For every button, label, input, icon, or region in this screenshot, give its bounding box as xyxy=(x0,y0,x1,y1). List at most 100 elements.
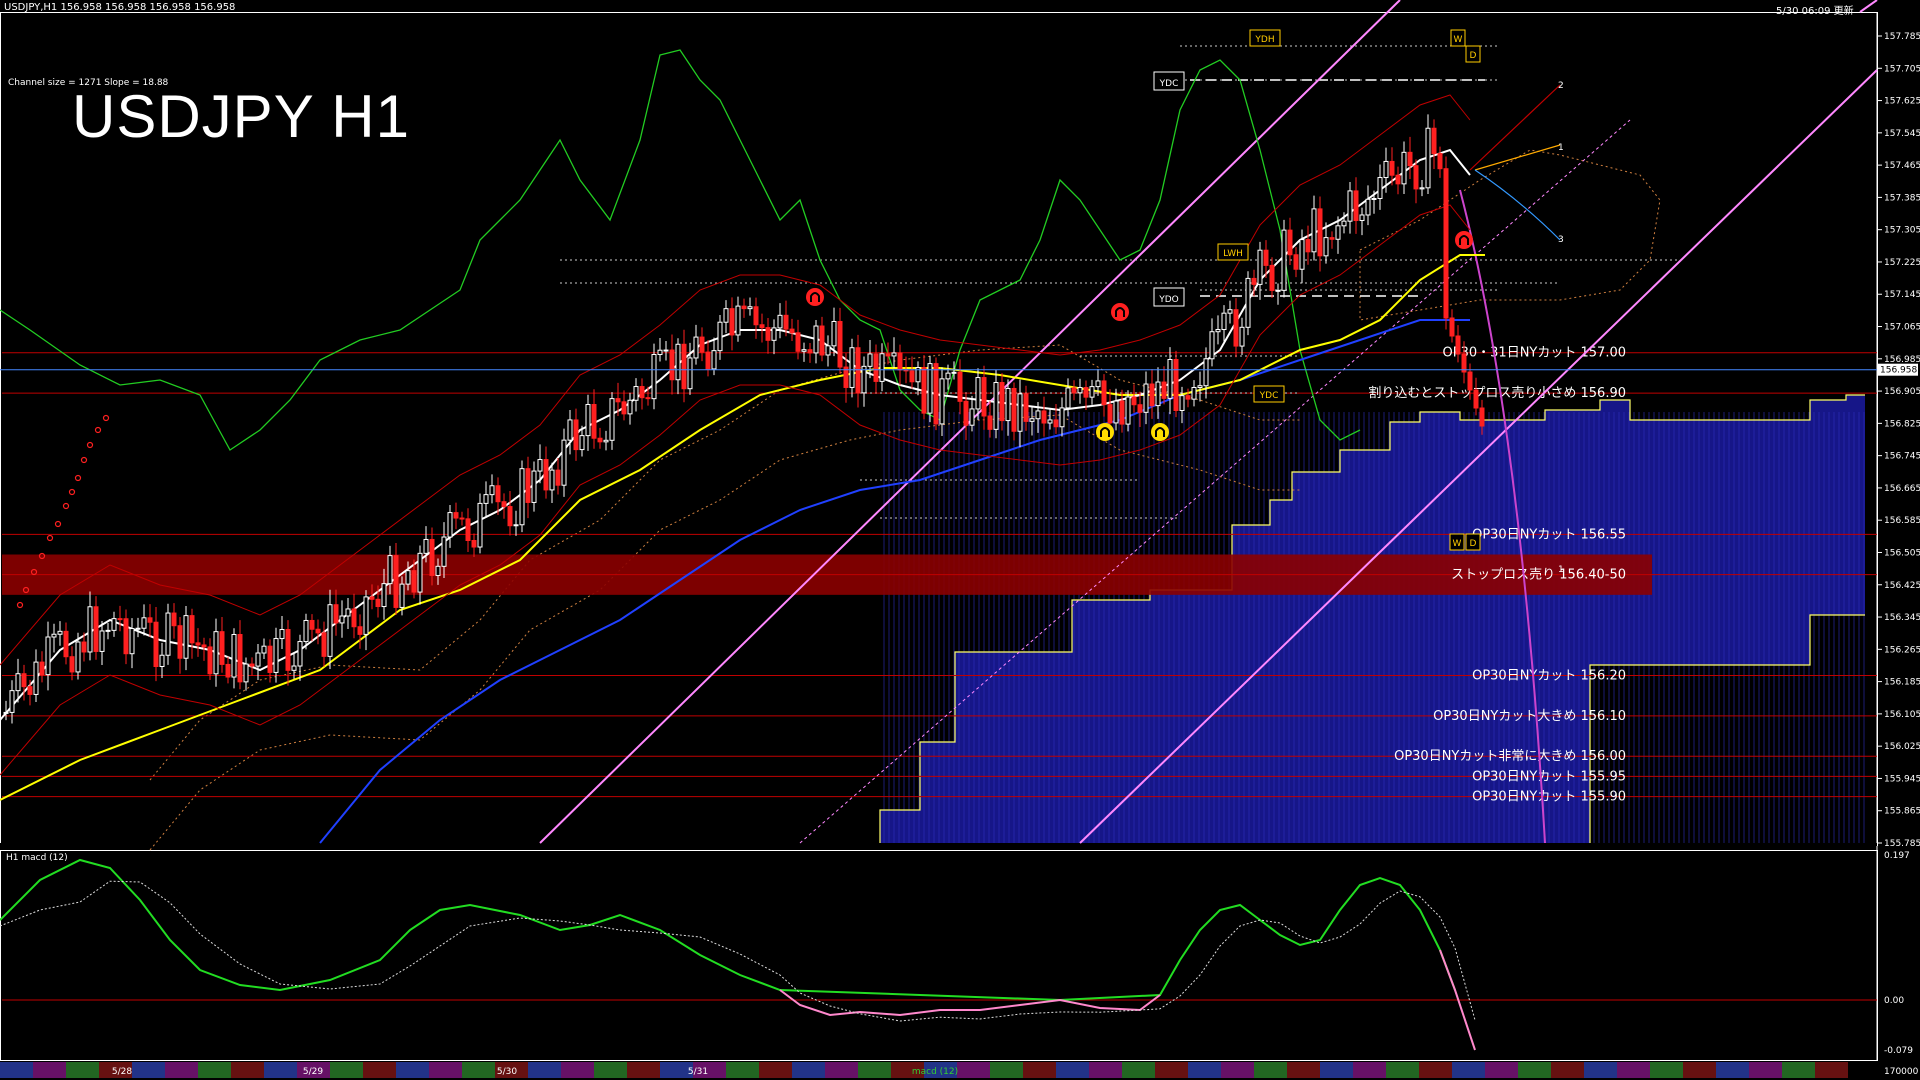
date-bar-segment xyxy=(1023,1062,1056,1078)
candle-body xyxy=(357,626,363,635)
level-label: OP30日NYカット大きめ 156.10 xyxy=(1433,709,1626,724)
candle-body xyxy=(1059,407,1065,428)
level-label: OP30日NYカット 155.95 xyxy=(1472,769,1626,784)
candle-body xyxy=(927,363,933,414)
candle-body xyxy=(813,325,819,354)
candle-body xyxy=(909,370,915,383)
candle-body xyxy=(15,673,21,692)
candle-body xyxy=(585,403,591,437)
y-tick-label: 156.265 xyxy=(1884,645,1920,655)
price-chart[interactable]: OP30・31日NYカット 157.00 割り込むとストップロス売り小さめ 156… xyxy=(0,0,1920,1080)
y-tick-label: 155.785 xyxy=(1884,839,1920,849)
candle-body xyxy=(693,336,699,359)
candle-body xyxy=(63,630,69,658)
candle-body xyxy=(855,347,861,394)
candle-body xyxy=(171,612,177,627)
candle-body xyxy=(777,314,783,329)
candle-body xyxy=(1041,410,1047,424)
candle-body xyxy=(1035,410,1041,420)
candle-body xyxy=(1221,312,1227,331)
date-bar-segment xyxy=(462,1062,495,1078)
candle-body xyxy=(867,353,873,367)
y-tick-label: 156.745 xyxy=(1884,452,1920,462)
signal-marker xyxy=(1151,423,1169,441)
candle-body xyxy=(1323,237,1329,257)
candle-body xyxy=(291,665,297,671)
fib-level-label: 3 xyxy=(1558,235,1564,245)
macd-tick-label: 0.00 xyxy=(1884,996,1904,1006)
y-tick-label: 156.105 xyxy=(1884,710,1920,720)
date-bar-segment xyxy=(363,1062,396,1078)
date-bar-segment xyxy=(1782,1062,1815,1078)
candle-body xyxy=(1335,225,1341,240)
candle-body xyxy=(1233,309,1239,347)
y-tick-label: 157.305 xyxy=(1884,226,1920,236)
candle-body xyxy=(279,629,285,640)
date-bar-segment xyxy=(264,1062,297,1078)
y-tick-label: 157.225 xyxy=(1884,258,1920,268)
candle-body xyxy=(645,397,651,400)
annotation-label: W xyxy=(1453,539,1462,549)
date-bar-segment xyxy=(726,1062,759,1078)
candle-body xyxy=(771,327,777,341)
candle-body xyxy=(1125,396,1131,425)
candle-body xyxy=(1239,326,1245,347)
candle-body xyxy=(549,469,555,491)
candle-body xyxy=(723,308,729,323)
date-bar-segment xyxy=(990,1062,1023,1078)
candle-body xyxy=(417,552,423,593)
candle-body xyxy=(1431,127,1437,155)
candle-body xyxy=(231,634,237,678)
level-label: OP30日NYカット非常に大きめ 156.00 xyxy=(1394,749,1626,764)
candle-body xyxy=(285,629,291,671)
candle-body xyxy=(681,343,687,390)
candle-body xyxy=(435,565,441,576)
date-bar-segment xyxy=(1551,1062,1584,1078)
candle-body xyxy=(441,536,447,567)
candle-body xyxy=(753,306,759,326)
candle-body xyxy=(1107,404,1113,424)
candle-body xyxy=(735,305,741,336)
candle-body xyxy=(945,372,951,380)
candle-body xyxy=(405,570,411,585)
candle-body xyxy=(1287,229,1293,256)
macd-label: H1 macd (12) xyxy=(6,853,68,863)
candle-body xyxy=(315,628,321,634)
candle-body xyxy=(375,598,381,608)
candle-body xyxy=(1449,317,1455,337)
candle-body xyxy=(1347,190,1353,222)
candle-body xyxy=(657,349,663,356)
y-tick-label: 156.345 xyxy=(1884,613,1920,623)
date-label: 5/28 xyxy=(112,1067,132,1077)
candle-body xyxy=(309,619,315,630)
date-bar-segment xyxy=(759,1062,792,1078)
date-bar-segment xyxy=(957,1062,990,1078)
candle-body xyxy=(87,606,93,653)
level-label: OP30日NYカット 155.90 xyxy=(1472,790,1626,805)
date-bar-segment xyxy=(1089,1062,1122,1078)
date-bar-segment xyxy=(1749,1062,1782,1078)
level-label: ストップロス売り 156.40-50 xyxy=(1451,567,1626,583)
candle-body xyxy=(117,618,123,621)
y-tick-label: 157.545 xyxy=(1884,129,1920,139)
candle-body xyxy=(447,512,453,538)
candle-body xyxy=(513,524,519,527)
candle-body xyxy=(591,403,597,439)
y-tick-label: 155.865 xyxy=(1884,807,1920,817)
candle-body xyxy=(861,365,867,394)
candle-body xyxy=(1281,229,1287,291)
date-bar-segment xyxy=(1716,1062,1749,1078)
annotation-label: YDC xyxy=(1259,391,1279,401)
candle-body xyxy=(123,618,129,655)
candle-body xyxy=(183,615,189,659)
date-bar-segment xyxy=(1617,1062,1650,1078)
candle-body xyxy=(831,321,837,347)
indicator-tag: macd (12) xyxy=(912,1067,958,1077)
candle-body xyxy=(1197,385,1203,388)
candle-body xyxy=(1077,387,1083,394)
candle-body xyxy=(1251,277,1257,285)
date-bar-segment xyxy=(594,1062,627,1078)
y-tick-label: 155.945 xyxy=(1884,774,1920,784)
y-tick-label: 156.505 xyxy=(1884,548,1920,558)
candle-body xyxy=(597,437,603,443)
